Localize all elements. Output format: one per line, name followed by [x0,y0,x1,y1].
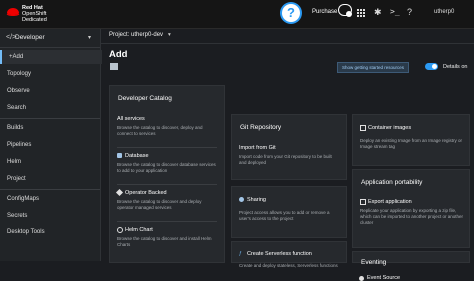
sidebar-item-label: Observe [7,88,30,94]
app-launcher-icon[interactable] [357,9,365,17]
main-content: Project: utherp0-dev ▾ Add Show getting … [101,29,474,281]
brand-line-3: Dedicated [22,17,47,23]
card-title: Eventing [361,259,387,266]
details-label: Details on [443,64,468,70]
tile-title: Sharing [247,197,266,203]
sidebar-item-desktop-tools[interactable]: Desktop Tools [0,225,100,239]
perspective-switcher[interactable]: </> Developer ▾ [0,29,100,48]
tile-title: Operator Backed [125,190,167,196]
tile-title: Database [125,153,149,159]
sidebar-item-label: Secrets [7,213,28,219]
chevron-down-icon: ▾ [168,32,171,38]
tile-description: Browse the catalog to discover and deplo… [117,199,202,210]
chat-dot-icon [346,11,352,17]
card-title: Git Repository [240,124,282,131]
sidebar-item-helm[interactable]: Helm [0,155,100,169]
sidebar-item-builds[interactable]: Builds [0,121,100,135]
event-source-icon [359,276,364,281]
tile-title: Container images [368,125,412,131]
sidebar-item-label: Helm [7,159,22,165]
tile-description: Deploy an existing Image from an Image r… [360,138,463,149]
sidebar-item-add[interactable]: +Add [0,50,102,64]
getting-started-icon [110,63,118,70]
sidebar-item-label: Desktop Tools [7,229,45,235]
tile-title: Import from Git [239,145,276,151]
tile-title: Export application [368,199,412,205]
tile-description: Browse the catalog to discover and insta… [117,236,212,247]
tile-description: Browse the catalog to discover database … [117,162,216,173]
application-portability-card: Application portability Export applicati… [352,169,470,248]
card-title: Developer Catalog [118,95,172,102]
divider [117,184,217,185]
masthead: Red Hat OpenShift Dedicated ? Purchase ✱… [0,0,474,29]
tile-description: Replicate your application by exporting … [360,208,464,225]
sidebar-item-search[interactable]: Search [0,101,100,115]
perspective-label: Developer [15,34,45,41]
red-hat-logo-icon [6,8,20,16]
tile-title: Event Source [367,275,401,281]
tile-description: Project access allows you to add or remo… [239,210,330,221]
helm-icon [117,227,123,233]
sidebar-item-pipelines[interactable]: Pipelines [0,138,100,152]
function-icon: ƒ [239,251,242,257]
git-repository-card: Git Repository Import from Git Import co… [231,114,347,180]
sidebar-item-label: Project [7,176,26,182]
tile-description: Create and deploy stateless, Serverless … [239,263,338,268]
database-icon [117,153,122,158]
sidebar-item-label: Topology [7,71,32,77]
tile-description: Import code from your Git repository to … [239,154,332,165]
sidebar-item-label: Pipelines [7,142,32,148]
project-dropdown[interactable]: Project: utherp0-dev [109,32,163,38]
sharing-card[interactable]: Sharing Project access allows you to add… [231,186,347,238]
sidebar-item-topology[interactable]: Topology [0,67,100,81]
terminal-icon[interactable]: >_ [390,7,400,16]
sidebar-item-label: Search [7,105,27,111]
details-toggle[interactable] [425,63,438,70]
tile-title: Create Serverless function [247,251,312,257]
container-images-card[interactable]: Container images Deploy an existing Imag… [352,114,470,166]
divider [0,118,100,119]
question-icon[interactable]: ? [407,7,412,17]
help-icon[interactable]: ? [282,4,300,22]
sidebar-item-observe[interactable]: Observe [0,84,100,98]
eventing-card: Eventing [352,251,470,266]
brand-logo[interactable]: Red Hat OpenShift Dedicated [6,3,76,25]
page-title: Add [109,49,128,60]
user-menu[interactable]: utherp0 [434,9,454,15]
export-icon [360,199,366,205]
sidebar-item-label: +Add [9,54,24,60]
purchase-link[interactable]: Purchase [312,9,337,15]
sidebar-item-label: Builds [7,125,24,131]
sidebar-item-secrets[interactable]: Secrets [0,209,100,223]
sidebar: </> Developer ▾ +Add Topology Observe Se… [0,29,102,261]
sidebar-item-configmaps[interactable]: ConfigMaps [0,192,100,206]
tile-title: All services [117,116,145,122]
serverless-card[interactable]: ƒ Create Serverless function Create and … [231,241,347,268]
developer-catalog-card: Developer Catalog All services Browse th… [109,85,225,263]
project-bar: Project: utherp0-dev ▾ [101,29,474,44]
divider [0,189,100,190]
chevron-down-icon: ▾ [88,35,92,41]
share-icon [239,197,244,202]
tile-description: Browse the catalog to discover, deploy a… [117,125,203,136]
getting-started-button[interactable]: Show getting started resources [337,62,409,73]
operator-icon [115,188,124,197]
card-title: Application portability [361,179,423,186]
sidebar-item-label: ConfigMaps [7,196,40,202]
container-icon [360,125,366,131]
gear-icon[interactable]: ✱ [374,7,382,18]
divider [117,221,217,222]
divider [117,147,217,148]
tile-title: Helm Chart [125,227,153,233]
sidebar-item-project[interactable]: Project [0,172,100,186]
